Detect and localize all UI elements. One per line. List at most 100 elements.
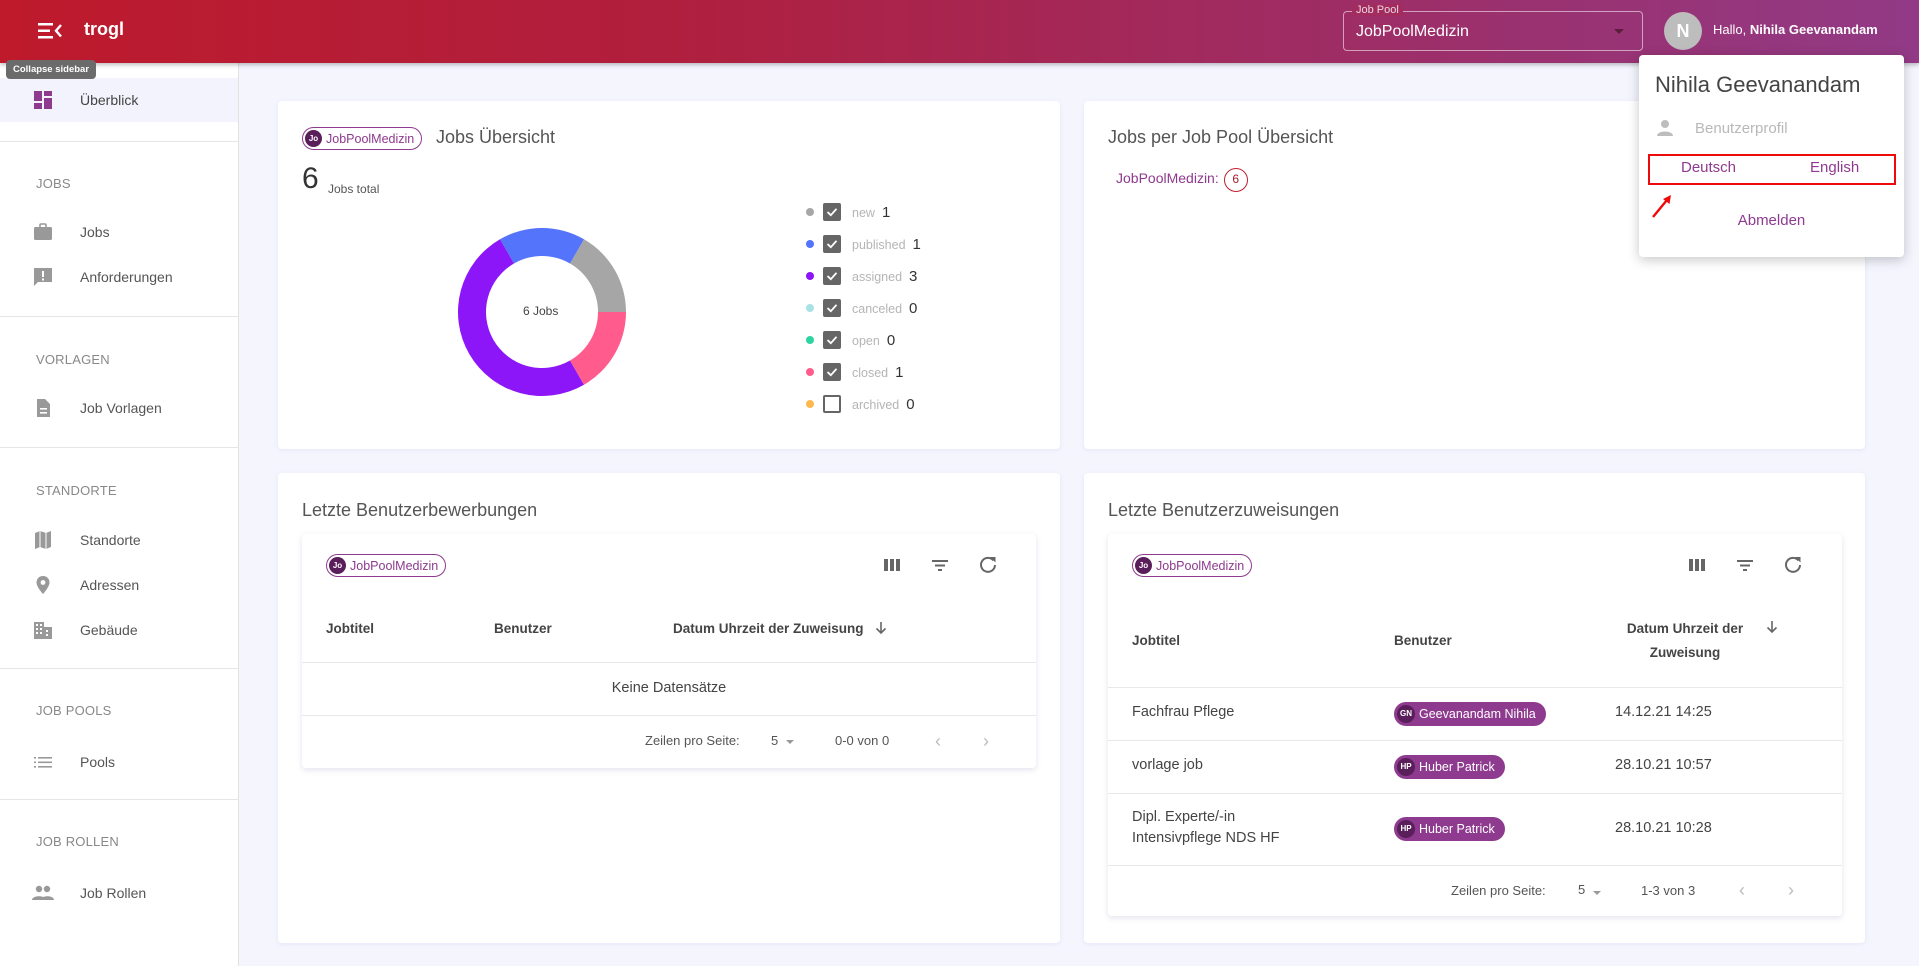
empty-state-text: Keine Datensätze [611, 680, 727, 696]
sidebar-item-overview[interactable]: Überblick [0, 78, 238, 122]
sidebar-item-label: Standorte [80, 532, 141, 548]
sort-descending-icon[interactable] [874, 620, 888, 636]
section-title-job-pools: JOB POOLS [36, 703, 112, 718]
legend-color-dot [806, 272, 814, 280]
sort-descending-icon[interactable] [1765, 619, 1779, 635]
legend-checkbox-closed[interactable] [823, 363, 841, 381]
app-logo: trogl [84, 19, 124, 39]
cell-datum: 28.10.21 10:28 [1615, 820, 1712, 836]
user-profile-link[interactable]: Benutzerprofil [1655, 115, 1885, 143]
legend-checkbox-archived[interactable] [823, 395, 841, 413]
user-greeting[interactable]: Hallo, Nihila Geevanandam [1713, 22, 1878, 37]
donut-slice-published[interactable] [500, 228, 584, 264]
donut-slice-new[interactable] [570, 239, 626, 312]
applications-title: Letzte Benutzerbewerbungen [302, 500, 538, 520]
sidebar-item-gebaeude[interactable]: Gebäude [0, 608, 238, 652]
jobs-overview-card [278, 101, 1060, 449]
legend-checkbox-published[interactable] [823, 235, 841, 253]
assignments-title: Letzte Benutzerzuweisungen [1108, 500, 1340, 520]
jobpool-filter-chip[interactable]: Jo JobPoolMedizin [302, 127, 423, 150]
legend-count: 1 [895, 364, 904, 381]
column-header-datum[interactable]: Datum Uhrzeit der Zuweisung [673, 621, 864, 636]
sidebar-item-standorte[interactable]: Standorte [0, 518, 238, 562]
donut-slice-assigned[interactable] [458, 239, 584, 396]
legend-label: new 1 [852, 204, 890, 221]
language-deutsch-button[interactable]: Deutsch [1681, 159, 1736, 176]
jobpool-filter-chip[interactable]: Jo JobPoolMedizin [1132, 554, 1253, 577]
sidebar-item-anforderungen[interactable]: Anforderungen [0, 255, 238, 299]
sidebar-item-job-rollen[interactable]: Job Rollen [0, 871, 238, 915]
user-chip[interactable]: HP Huber Patrick [1394, 755, 1505, 779]
user-chip[interactable]: GN Geevanandam Nihila [1394, 702, 1546, 726]
jobs-total-number: 6 [302, 162, 319, 195]
legend-count: 1 [881, 204, 891, 221]
column-header-jobtitel[interactable]: Jobtitel [326, 621, 374, 636]
user-avatar[interactable]: N [1664, 12, 1702, 50]
sidebar: Überblick JOBS Jobs Anforderungen VORLAG… [0, 63, 239, 966]
chip-label: JobPoolMedizin [326, 131, 415, 146]
cell-jobtitel: Dipl. Experte/-in [1132, 809, 1236, 825]
sidebar-item-label: Anforderungen [80, 269, 173, 285]
cell-datum: 28.10.21 10:57 [1615, 757, 1712, 773]
briefcase-icon [34, 223, 52, 240]
section-title-jobs: JOBS [36, 176, 71, 191]
legend-label: published 1 [852, 236, 921, 253]
row-divider [1108, 740, 1842, 741]
rows-per-page-select[interactable]: 5 [1578, 882, 1585, 897]
sidebar-item-pools[interactable]: Pools [0, 740, 238, 784]
legend-count: 0 [906, 396, 915, 413]
applications-jobpool-chip[interactable]: Jo JobPoolMedizin [326, 554, 447, 577]
cell-jobtitel: Fachfrau Pflege [1132, 704, 1235, 720]
jobpool-filter-chip[interactable]: Jo JobPoolMedizin [326, 554, 447, 577]
rows-per-page-select[interactable]: 5 [771, 733, 778, 748]
user-chip-label: Huber Patrick [1419, 822, 1495, 836]
column-header-benutzer[interactable]: Benutzer [1394, 633, 1452, 648]
collapse-sidebar-button[interactable] [36, 18, 64, 44]
refresh-icon[interactable] [977, 554, 999, 576]
columns-icon[interactable] [881, 554, 903, 576]
location-pin-icon [36, 576, 50, 594]
column-header-benutzer[interactable]: Benutzer [494, 621, 552, 636]
sidebar-item-job-vorlagen[interactable]: Job Vorlagen [0, 386, 238, 430]
user-chip-avatar: GN [1397, 705, 1415, 723]
legend-checkbox-open[interactable] [823, 331, 841, 349]
filter-icon[interactable] [929, 554, 951, 576]
sidebar-item-jobs[interactable]: Jobs [0, 210, 238, 254]
refresh-icon[interactable] [1782, 554, 1804, 576]
next-page-button[interactable]: › [1781, 880, 1801, 900]
filter-icon[interactable] [1734, 554, 1756, 576]
jobpool-select[interactable]: Job Pool JobPoolMedizin [1343, 4, 1643, 51]
menu-collapse-icon [38, 23, 62, 39]
user-chip[interactable]: HP Huber Patrick [1394, 817, 1505, 841]
column-header-jobtitel[interactable]: Jobtitel [1132, 633, 1180, 648]
donut-slice-closed[interactable] [570, 312, 626, 385]
logout-button[interactable]: Abmelden [1639, 212, 1904, 229]
user-menu-popup: Nihila Geevanandam Benutzerprofil Deutsc… [1639, 55, 1904, 257]
language-english-button[interactable]: English [1810, 159, 1859, 176]
legend-checkbox-assigned[interactable] [823, 267, 841, 285]
jobpool-value: JobPoolMedizin [1356, 23, 1469, 40]
sidebar-item-adressen[interactable]: Adressen [0, 563, 238, 607]
previous-page-button[interactable]: ‹ [928, 731, 948, 751]
jobpool-chip[interactable]: Jo JobPoolMedizin [302, 127, 423, 150]
sidebar-item-label: Adressen [80, 577, 140, 593]
jobpool-label: Job Pool [1352, 4, 1403, 16]
top-bar: trogl Job Pool JobPoolMedizin N Hallo, N… [0, 0, 1919, 63]
chip-avatar: Jo [1135, 557, 1152, 574]
sidebar-item-label: Überblick [80, 92, 139, 108]
legend-checkbox-new[interactable] [823, 203, 841, 221]
assignments-jobpool-chip[interactable]: Jo JobPoolMedizin [1132, 554, 1253, 577]
section-title-job-rollen: JOB ROLLEN [36, 834, 119, 849]
legend-label: closed 1 [852, 364, 903, 381]
previous-page-button[interactable]: ‹ [1732, 880, 1752, 900]
columns-icon[interactable] [1686, 554, 1708, 576]
column-header-datum[interactable]: Datum Uhrzeit der Zuweisung [1610, 621, 1760, 660]
next-page-button[interactable]: › [976, 731, 996, 751]
jobs-total-label: Jobs total [328, 182, 380, 196]
legend-count: 0 [909, 300, 918, 317]
list-icon [34, 757, 52, 768]
cell-datum: 14.12.21 14:25 [1615, 704, 1712, 720]
legend-checkbox-canceled[interactable] [823, 299, 841, 317]
user-profile-label: Benutzerprofil [1695, 120, 1788, 137]
column-header-datum-line1: Datum Uhrzeit der [1626, 621, 1744, 636]
